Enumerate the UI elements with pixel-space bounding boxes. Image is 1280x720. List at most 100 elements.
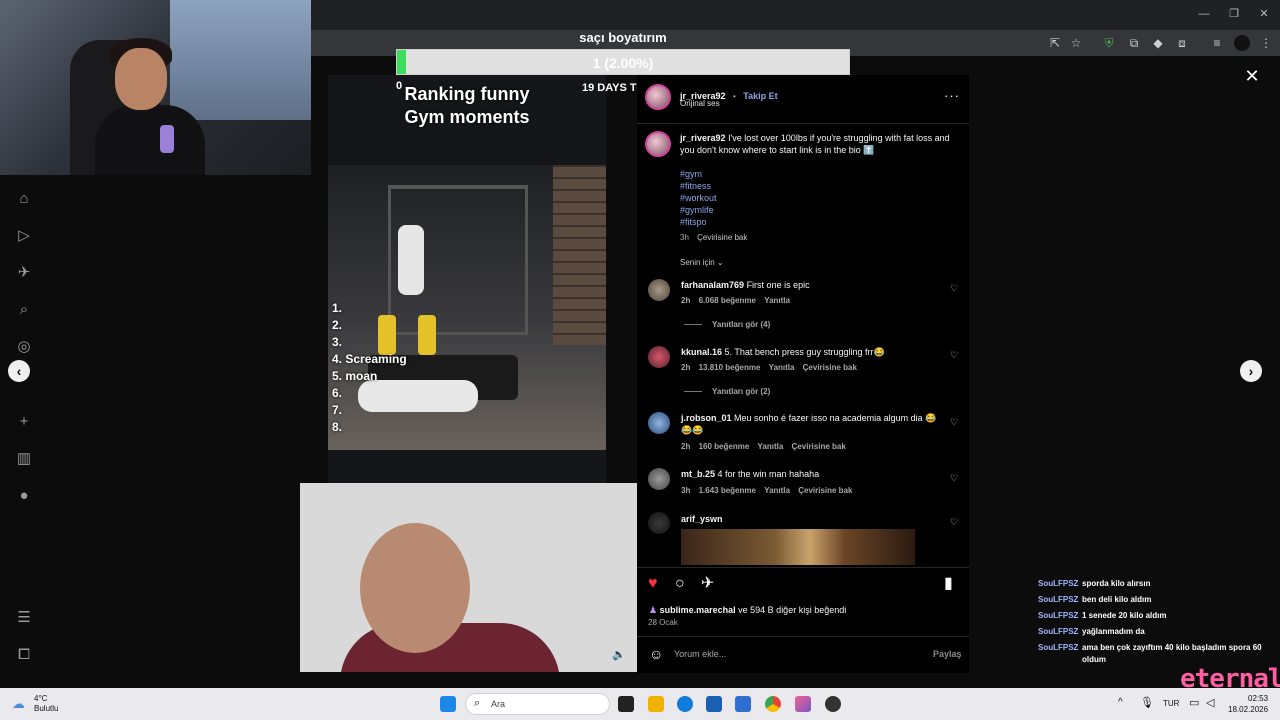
messages-icon[interactable]: ✈ [15, 264, 33, 282]
taskbar-search[interactable]: ⌕ Ara [465, 693, 610, 715]
author-avatar[interactable] [645, 84, 671, 110]
reel-video[interactable]: Ranking funny Gym moments 1. 2. 3. 4. Sc… [328, 75, 606, 483]
obs-icon[interactable] [825, 696, 841, 712]
weather-temp: 4°C [34, 694, 48, 703]
maximize-icon[interactable]: ❐ [1224, 6, 1244, 22]
comment-translate-link[interactable]: Çevirisine bak [792, 442, 846, 451]
dashboard-icon[interactable]: ▥ [15, 450, 33, 468]
comment-reply-link[interactable]: Yanıtla [769, 363, 795, 372]
window-close-icon[interactable]: ✕ [1254, 6, 1274, 22]
language-indicator[interactable]: TUR [1163, 699, 1179, 708]
hashtag-link[interactable]: #workout [680, 192, 717, 204]
minimize-icon[interactable]: — [1194, 6, 1214, 22]
comment-input[interactable]: Yorum ekle... [674, 649, 726, 659]
comment-like-icon[interactable]: ♡ [950, 283, 958, 294]
chevron-down-icon: ⌄ [716, 258, 724, 267]
comment-likes[interactable]: 13.810 beğenme [699, 363, 761, 372]
explore-icon[interactable]: ◎ [15, 338, 33, 356]
install-app-icon[interactable]: ⇱ [1047, 35, 1063, 51]
hashtag-link[interactable]: #gymlife [680, 204, 717, 216]
next-post-button[interactable]: › [1240, 360, 1262, 382]
comment-reply-link[interactable]: Yanıtla [764, 486, 790, 495]
close-overlay-button[interactable]: ✕ [1243, 67, 1261, 85]
comment-reply-link[interactable]: Yanıtla [758, 442, 784, 451]
hashtag-link[interactable]: #fitness [680, 180, 717, 192]
network-icon[interactable]: ▭ [1189, 696, 1199, 709]
goal-title: saçı boyatırım [579, 30, 667, 45]
comment-translate-link[interactable]: Çevirisine bak [798, 486, 852, 495]
caption-avatar[interactable] [645, 131, 671, 157]
edge-icon[interactable] [677, 696, 693, 712]
shield-extension-icon[interactable]: ⛨ [1101, 35, 1117, 51]
microphone-icon[interactable]: 🎙 [1140, 696, 1154, 709]
puzzle-extension-icon[interactable]: ⧈ [1174, 35, 1190, 51]
hashtag-link[interactable]: #gym [680, 168, 717, 180]
extension-badge-icon[interactable]: ⧉ [1126, 35, 1142, 51]
clock[interactable]: 02:53 18.02.2026 [1228, 693, 1268, 715]
media-control-icon[interactable]: ≡ [1209, 35, 1225, 51]
mute-icon[interactable]: 🔈 [612, 648, 626, 661]
comment-translate-link[interactable]: Çevirisine bak [803, 363, 857, 372]
start-icon[interactable] [440, 696, 456, 712]
comment-username[interactable]: farhanalam769 [681, 280, 744, 290]
comment-sort-dropdown[interactable]: Senin için ⌄ [680, 258, 724, 267]
create-icon[interactable]: + [15, 413, 33, 431]
comment-username[interactable]: arif_yswn [681, 514, 723, 524]
comment-reply-link[interactable]: Yanıtla [764, 296, 790, 305]
store-icon[interactable] [706, 696, 722, 712]
threads-icon[interactable]: ⧠ [15, 646, 33, 664]
weather-icon[interactable]: ☁ [12, 696, 25, 712]
task-view-icon[interactable] [618, 696, 634, 712]
caption-username[interactable]: jr_rivera92 [680, 133, 726, 143]
comment-like-icon[interactable]: ♡ [950, 417, 958, 428]
caption-translate-link[interactable]: Çevirisine bak [697, 233, 747, 242]
comment-like-icon[interactable]: ♡ [950, 350, 958, 361]
follow-button[interactable]: Takip Et [743, 91, 777, 101]
comment-like-icon[interactable]: ♡ [950, 517, 958, 528]
profile-icon[interactable]: ● [15, 487, 33, 505]
profile-avatar[interactable] [1234, 35, 1250, 51]
like-heart-icon[interactable]: ♥ [648, 575, 658, 593]
file-explorer-icon[interactable] [648, 696, 664, 712]
hashtag-link[interactable]: #fitspo [680, 216, 717, 228]
share-icon[interactable]: ✈ [701, 575, 714, 593]
view-replies-link[interactable]: Yanıtları gör (2) [684, 387, 770, 396]
share-comment-button[interactable]: Paylaş [933, 649, 962, 659]
comment-avatar[interactable] [648, 279, 670, 301]
emoji-icon[interactable]: ☺ [649, 646, 663, 662]
chrome-icon[interactable] [765, 696, 781, 712]
menu-icon[interactable]: ☰ [15, 609, 33, 627]
search-icon[interactable]: ⌕ [15, 301, 33, 319]
likes-summary[interactable]: ♟ sublime.marechal ve 594 B diğer kişi b… [649, 604, 846, 616]
liker-username[interactable]: sublime.marechal [660, 605, 736, 615]
comment-username[interactable]: j.robson_01 [681, 413, 732, 423]
comment-likes[interactable]: 160 beğenme [699, 442, 750, 451]
comment-avatar[interactable] [648, 346, 670, 368]
comment-avatar[interactable] [648, 512, 670, 534]
comment-icon[interactable]: ○ [675, 575, 685, 593]
save-bookmark-icon[interactable]: ▮ [944, 575, 953, 593]
weather-widget[interactable]: 4°C Bulutlu [34, 694, 58, 714]
comment-like-icon[interactable]: ♡ [950, 473, 958, 484]
volume-icon[interactable]: ◁ [1206, 696, 1214, 709]
browser-menu-icon[interactable]: ⋮ [1258, 35, 1274, 51]
diamond-extension-icon[interactable]: ◆ [1150, 35, 1166, 51]
reels-icon[interactable]: ▷ [15, 227, 33, 245]
previous-post-button[interactable]: ‹ [8, 360, 30, 382]
more-icon[interactable]: ··· [944, 88, 960, 103]
comment-likes[interactable]: 1.643 beğenme [699, 486, 756, 495]
comment-username[interactable]: mt_b.25 [681, 469, 715, 479]
liker-avatar-icon: ♟ [649, 605, 658, 615]
view-replies-link[interactable]: Yanıtları gör (4) [684, 320, 770, 329]
figma-icon[interactable] [795, 696, 811, 712]
comment-avatar[interactable] [648, 468, 670, 490]
comment-image[interactable] [681, 529, 915, 565]
comment-avatar[interactable] [648, 412, 670, 434]
outlook-icon[interactable] [735, 696, 751, 712]
comment-likes[interactable]: 6.068 beğenme [699, 296, 756, 305]
audio-label[interactable]: Orijinal ses [680, 99, 720, 108]
tray-chevron-icon[interactable]: ^ [1118, 697, 1123, 708]
home-icon[interactable]: ⌂ [15, 190, 33, 208]
bookmark-star-icon[interactable]: ☆ [1068, 35, 1084, 51]
comment-username[interactable]: kkunal.16 [681, 347, 722, 357]
